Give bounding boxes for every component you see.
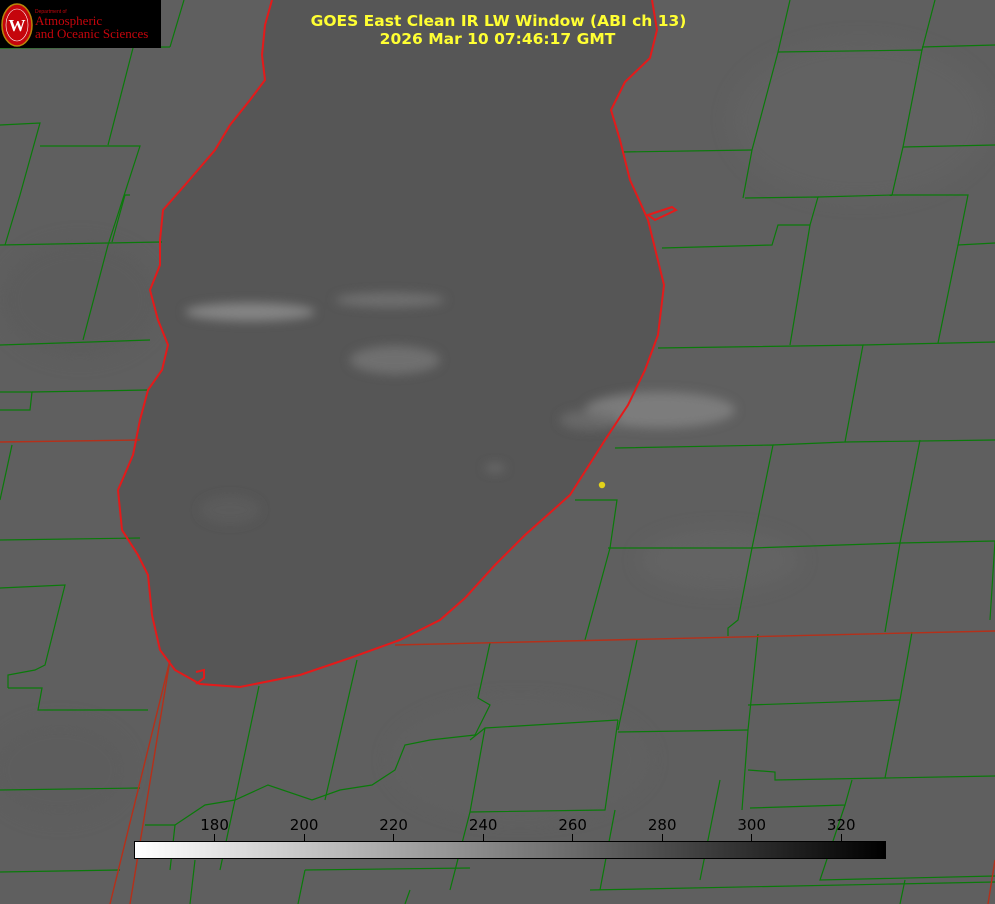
colorbar-tick-label: 220 — [379, 816, 408, 834]
logo-line-2: and Oceanic Sciences — [35, 26, 149, 41]
colorbar-tick-label: 260 — [558, 816, 587, 834]
colorbar-tick-mark — [482, 834, 484, 841]
colorbar-tick-label: 240 — [468, 816, 498, 834]
colorbar-tick-label: 200 — [289, 816, 319, 834]
colorbar-tick-mark — [661, 834, 663, 841]
colorbar-tick-mark — [840, 834, 842, 841]
colorbar-tick-mark — [214, 834, 216, 841]
colorbar-tick-mark — [393, 834, 395, 841]
colorbar-tick-label: 280 — [647, 816, 677, 834]
crest-letter: W — [9, 16, 26, 35]
uw-crest-icon: W — [1, 3, 33, 47]
temperature-colorbar — [134, 841, 886, 859]
colorbar-tick-label: 300 — [737, 816, 767, 834]
colorbar-tick-mark — [303, 834, 305, 841]
colorbar-tick-label: 180 — [200, 816, 229, 834]
location-marker — [598, 481, 606, 489]
colorbar-tick-mark — [751, 834, 753, 841]
satellite-map[interactable] — [0, 0, 995, 904]
colorbar-tick-label: 320 — [826, 816, 856, 834]
uw-aos-logo: W Department of Atmospheric and Oceanic … — [0, 0, 161, 48]
colorbar-tick-mark — [572, 834, 574, 841]
